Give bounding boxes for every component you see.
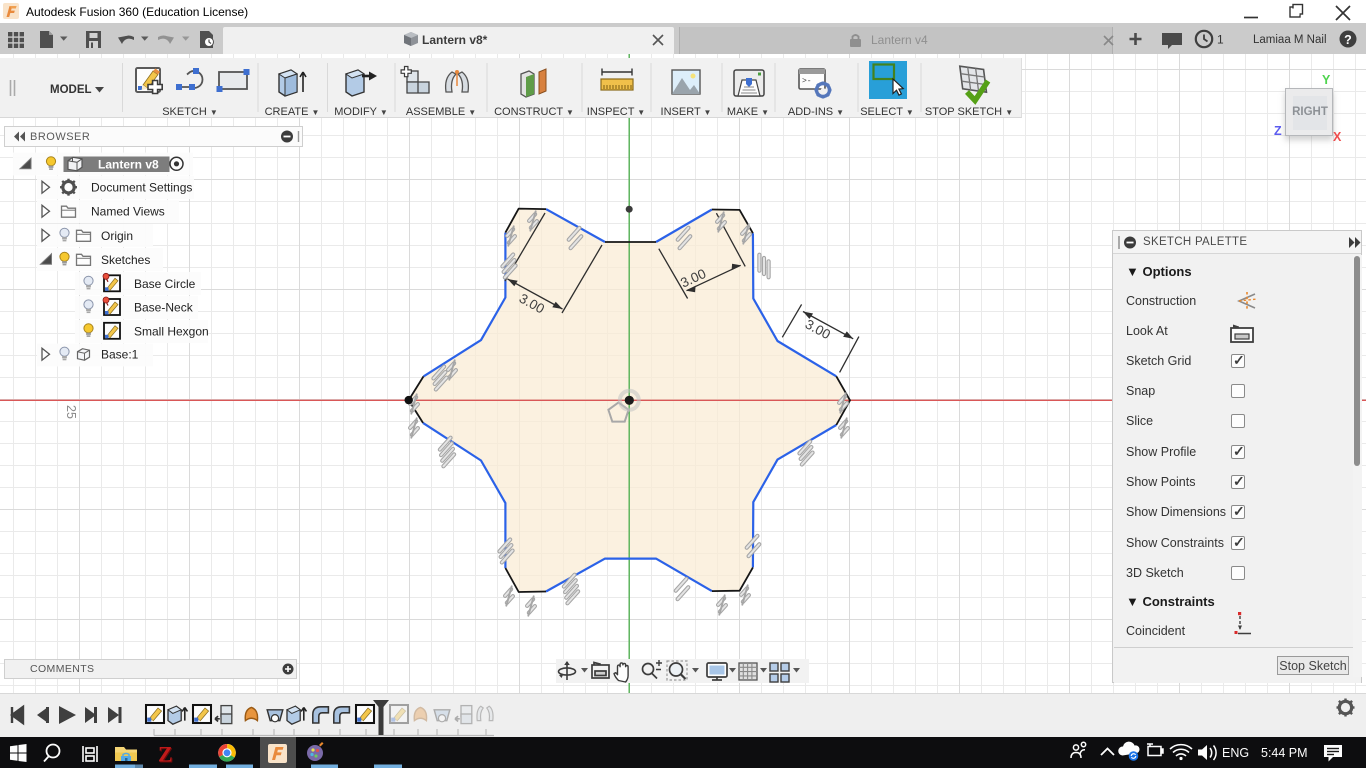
svg-text:5:44 PM: 5:44 PM [1261, 746, 1308, 760]
svg-text:Base Circle: Base Circle [134, 277, 196, 291]
svg-text:Lamiaa M Nail: Lamiaa M Nail [1253, 34, 1327, 46]
svg-text:Base:1: Base:1 [101, 348, 139, 362]
svg-text:Z: Z [158, 742, 173, 767]
svg-text:Lantern v8: Lantern v8 [98, 157, 159, 171]
svg-text:Sketches: Sketches [101, 253, 150, 267]
svg-text:?: ? [1344, 33, 1352, 47]
svg-text:MODEL: MODEL [50, 84, 92, 96]
svg-text:Named Views: Named Views [91, 205, 165, 219]
svg-text:1: 1 [1217, 33, 1224, 47]
svg-text:Base-Neck: Base-Neck [134, 301, 194, 315]
svg-text:Small Hexgon: Small Hexgon [134, 324, 209, 338]
svg-text:ENG: ENG [1222, 746, 1249, 760]
svg-text:Document Settings: Document Settings [91, 181, 192, 195]
svg-text:3.00: 3.00 [803, 317, 833, 343]
svg-text:Origin: Origin [101, 229, 133, 243]
svg-text:>-: >- [802, 77, 812, 86]
